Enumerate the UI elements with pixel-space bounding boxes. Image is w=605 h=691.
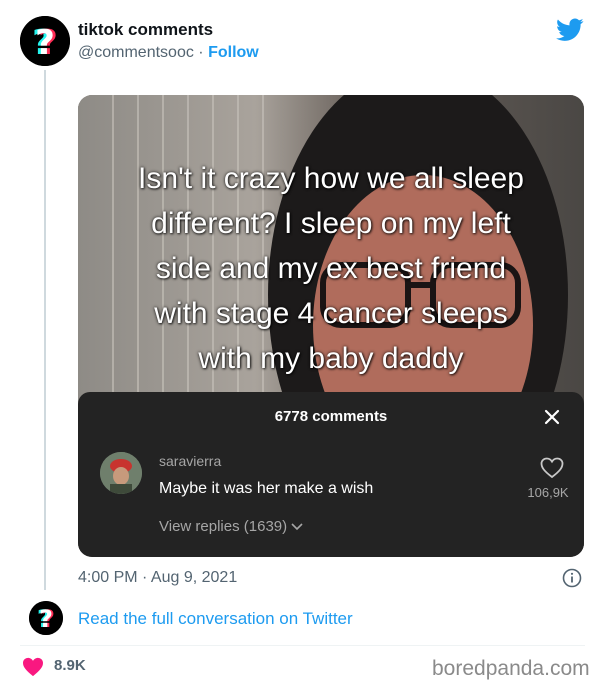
tweet-like-count[interactable]: 8.9K	[54, 657, 86, 674]
tiktok-comments-panel: 6778 comments saravierra Maybe it was he…	[78, 392, 584, 557]
svg-text:?: ?	[39, 605, 53, 633]
twitter-logo-icon[interactable]	[556, 18, 584, 42]
comments-count: 6778 comments	[274, 408, 388, 425]
separator: ·	[198, 44, 204, 61]
close-icon[interactable]	[541, 406, 563, 428]
follow-button[interactable]: Follow	[208, 44, 259, 61]
display-name[interactable]: tiktok comments	[78, 20, 213, 40]
info-icon[interactable]	[562, 568, 582, 588]
handle-row: @commentsooc · Follow	[78, 44, 259, 62]
chevron-down-icon	[291, 523, 303, 531]
heart-outline-icon[interactable]	[540, 457, 564, 479]
caption-line: with my baby daddy	[198, 342, 464, 375]
boredpanda-watermark: boredpanda.com	[432, 657, 590, 680]
caption-line: with stage 4 cancer sleeps	[154, 297, 508, 330]
tweet-timestamp[interactable]: 4:00 PM · Aug 9, 2021	[78, 569, 237, 587]
comment-text: Maybe it was her make a wish	[159, 480, 374, 497]
thread-line	[44, 70, 46, 590]
read-conversation-link[interactable]: Read the full conversation on Twitter	[78, 609, 353, 629]
tweet-card: ? ? ? tiktok comments @commentsooc · Fol…	[0, 0, 605, 691]
view-replies-label: View replies (1639)	[159, 518, 288, 535]
question-mark-logo: ? ? ?	[20, 16, 70, 66]
view-replies-button[interactable]: View replies (1639)	[159, 518, 303, 535]
commenter-avatar[interactable]	[100, 452, 142, 494]
divider	[20, 645, 585, 646]
caption-line: side and my ex best friend	[155, 252, 507, 285]
question-mark-logo-small: ? ? ?	[29, 601, 63, 635]
svg-text:?: ?	[35, 23, 55, 63]
heart-filled-icon[interactable]	[22, 657, 44, 677]
footer-avatar[interactable]: ? ? ?	[29, 601, 63, 635]
video-caption: Isn't it crazy how we all sleep differen…	[78, 156, 584, 381]
comment-like-count: 106,9K	[527, 485, 569, 500]
caption-line: Isn't it crazy how we all sleep	[138, 162, 524, 195]
handle[interactable]: @commentsooc	[78, 44, 194, 61]
commenter-username[interactable]: saravierra	[159, 453, 221, 469]
profile-avatar[interactable]: ? ? ?	[20, 16, 70, 66]
caption-line: different? I sleep on my left	[151, 207, 511, 240]
commenter-photo	[100, 452, 142, 494]
tweet-media[interactable]: Isn't it crazy how we all sleep differen…	[78, 95, 584, 557]
